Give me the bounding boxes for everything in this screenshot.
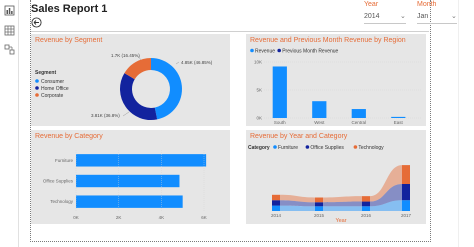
ribbon-segment-furniture [315,206,323,211]
ribbon-legend-title: Category [248,145,270,151]
revenue-by-category-card[interactable]: Revenue by Category Furniture Office Supp… [31,130,230,224]
ribbon-band-office-supplies [323,201,362,207]
ribbon-segment-office-supplies [402,184,410,201]
ribbon-segment-furniture [402,200,410,211]
ribbon-x-tick: 2017 [401,213,412,218]
ribbon-segment-office-supplies [315,202,323,207]
ribbon-chart: Category Furniture Office Supplies Technol… [248,145,412,224]
donut-data-label: 1.7K (16.45%) [111,53,140,58]
ribbon-band-furniture [323,206,362,211]
region-x-tick: South [274,120,286,125]
region-bar [391,116,406,118]
donut-data-label: 3.81K (36.8%) [91,113,120,118]
region-legend-label: Previous Month Revenue [282,49,338,55]
category-y-tick: Office Supplies [43,179,74,184]
chevron-down-icon[interactable]: ⌄ [400,12,406,20]
month-slicer-value[interactable]: Jan [417,13,428,20]
ribbon-legend-label: Technology [358,145,384,151]
region-x-tick: Central [352,120,367,125]
region-y-tick: 5K [256,88,262,93]
year-slicer-underline [364,23,406,24]
ribbon-segment-office-supplies [272,200,280,206]
ribbon-segment-office-supplies [362,201,370,207]
ribbon-band-technology [323,196,362,203]
region-bar [351,109,366,118]
chevron-down-icon[interactable]: ⌄ [451,12,457,20]
year-slicer-value[interactable]: 2014 [364,13,380,20]
header-divider [31,31,429,32]
segment-legend-marker [35,93,39,97]
canvas-bottom-border [30,241,431,242]
table-icon[interactable] [4,25,15,36]
category-x-tick: 6K [201,215,207,220]
ribbon-segment-technology [272,194,280,201]
right-panel-edge [458,0,474,247]
canvas-right-border [430,0,431,242]
month-slicer-underline [417,23,457,24]
donut-label-leader [122,111,130,117]
view-switcher-bar [0,0,19,247]
ribbon-segment-technology [402,165,410,184]
region-y-tick: 10K [254,60,262,65]
ribbon-segment-furniture [362,206,370,211]
ribbon-x-tick: 2016 [361,213,372,218]
category-bar-chart: Furniture Office Supplies Technology 0K 2K 4… [43,150,207,220]
region-x-tick: West [314,120,325,125]
region-legend-marker [250,48,254,53]
category-bar [76,195,183,208]
back-arrow-icon[interactable] [31,17,42,28]
report-title: Sales Report 1 [31,3,108,15]
donut-slice-consumer [151,58,182,120]
segment-legend-marker [35,86,39,90]
region-legend-label: Revenue [255,49,275,55]
category-x-tick: 0K [73,215,79,220]
category-x-tick: 2K [116,215,122,220]
ribbon-band-furniture [280,205,315,211]
region-y-tick: 0K [256,116,262,121]
revenue-by-region-card[interactable]: Revenue and Previous Month Revenue by Re… [246,34,426,126]
segment-legend-label: Consumer [41,79,64,85]
region-bar-chart: Revenue Previous Month Revenue 0K 5K 10K So… [250,48,422,125]
segment-legend-title: Segment [35,70,56,76]
month-slicer-label: Month [417,1,437,8]
ribbon-legend-label: Furniture [278,145,298,151]
ribbon-segment-technology [315,197,323,203]
ribbon-x-axis-title: Year [335,218,346,224]
segment-donut-chart: Segment ConsumerHome OfficeCorporate 4.8… [35,53,213,120]
category-bar [76,154,207,167]
ribbon-legend-marker [273,145,277,149]
segment-legend-label: Home Office [41,86,69,92]
revenue-by-year-category-card[interactable]: Revenue by Year and Category Category Fu… [246,130,426,224]
revenue-by-segment-card[interactable]: Revenue by Segment Segment Consumer Home … [31,34,230,126]
model-icon[interactable] [4,44,15,55]
ribbon-x-tick: 2015 [314,213,325,218]
year-slicer-label: Year [364,1,379,8]
segment-legend-marker [35,79,39,83]
ribbon-segment-technology [362,196,370,202]
ribbon-legend-marker [305,145,310,149]
segment-legend-label: Corporate [41,93,63,99]
region-legend-marker [277,48,281,53]
category-x-tick: 4K [159,215,165,220]
bar-chart-icon[interactable] [4,5,15,16]
region-x-tick: East [394,120,404,125]
region-bar [312,101,327,118]
donut-data-label: 4.85K (46.85%) [181,60,213,65]
donut-label-leader [175,61,180,65]
ribbon-x-tick: 2014 [271,213,282,218]
category-y-tick: Technology [50,199,74,204]
category-bar [76,174,180,188]
ribbon-segment-furniture [272,205,280,211]
category-y-tick: Furniture [55,158,74,163]
region-bar [272,66,287,118]
ribbon-legend-marker [353,145,358,149]
ribbon-legend-label: Office Supplies [310,145,344,151]
donut-slice-home-office [120,73,158,120]
